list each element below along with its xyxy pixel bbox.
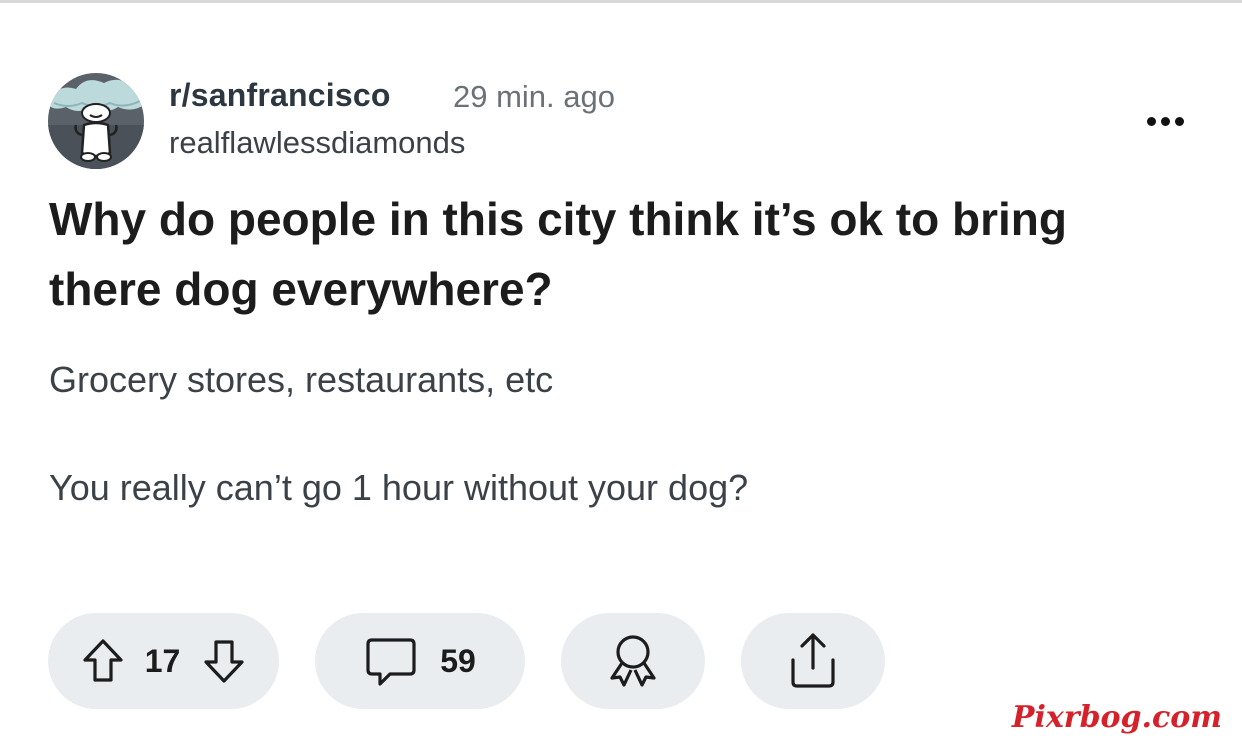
post-title[interactable]: Why do people in this city think it’s ok… bbox=[49, 184, 1169, 324]
subreddit-name[interactable]: r/sanfrancisco bbox=[169, 77, 391, 114]
post-body: Grocery stores, restaurants, etc You rea… bbox=[49, 354, 1149, 514]
vote-count: 17 bbox=[144, 642, 181, 679]
downvote-button[interactable] bbox=[202, 638, 246, 684]
arrow-up-icon bbox=[83, 639, 123, 682]
top-divider bbox=[0, 0, 1242, 3]
more-options-icon-dot bbox=[1174, 116, 1184, 126]
watermark-text: Pixrbog.com bbox=[1011, 700, 1222, 735]
post-timestamp: 29 min. ago bbox=[453, 79, 615, 114]
share-icon bbox=[785, 632, 841, 690]
more-options-icon bbox=[1146, 116, 1156, 126]
post-body-paragraph: Grocery stores, restaurants, etc bbox=[49, 359, 554, 400]
award-ribbon-icon bbox=[602, 632, 664, 690]
author-username[interactable]: realflawlessdiamonds bbox=[169, 125, 465, 161]
more-options-button[interactable] bbox=[1140, 104, 1190, 138]
share-button[interactable] bbox=[741, 613, 885, 709]
award-button[interactable] bbox=[561, 613, 705, 709]
comment-bubble-icon bbox=[364, 634, 418, 688]
comments-button[interactable]: 59 bbox=[315, 613, 525, 709]
post-body-paragraph: You really can’t go 1 hour without your … bbox=[49, 467, 749, 508]
vote-controls: 17 bbox=[48, 613, 279, 709]
upvote-button[interactable] bbox=[81, 638, 125, 684]
comment-count: 59 bbox=[440, 642, 476, 679]
more-options-icon-dot bbox=[1160, 116, 1170, 126]
subreddit-avatar[interactable] bbox=[48, 73, 144, 169]
arrow-down-icon bbox=[204, 640, 244, 683]
